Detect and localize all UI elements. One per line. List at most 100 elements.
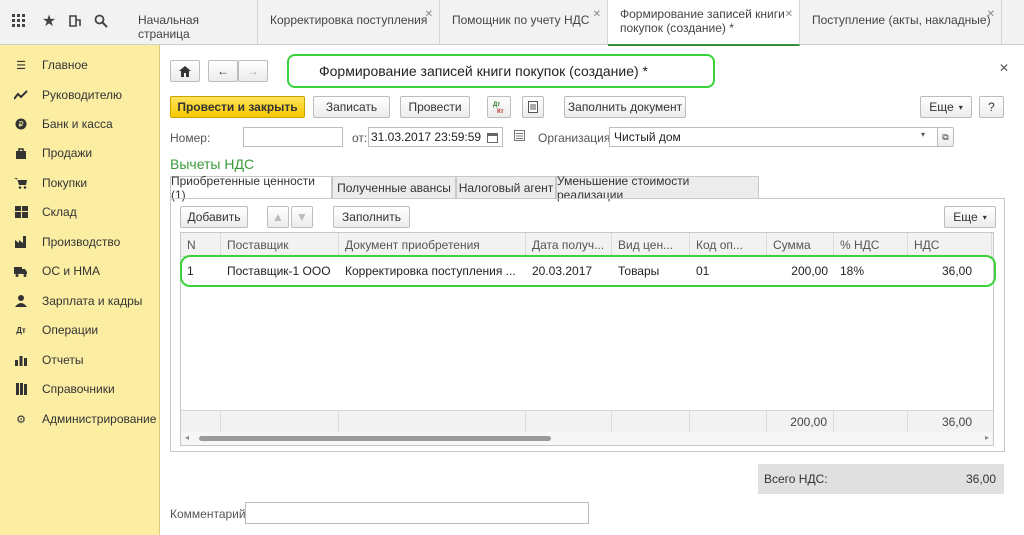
column-header-document[interactable]: Документ приобретения bbox=[339, 233, 526, 257]
fill-document-button[interactable]: Заполнить документ bbox=[564, 96, 686, 118]
truck-icon bbox=[14, 264, 28, 278]
sidebar-item-sales[interactable]: Продажи bbox=[14, 143, 92, 163]
column-header-supplier[interactable]: Поставщик bbox=[221, 233, 339, 257]
table-row[interactable]: 1 Поставщик-1 ООО Корректировка поступле… bbox=[181, 257, 993, 285]
calendar-button[interactable] bbox=[484, 129, 501, 145]
sidebar-item-label: ОС и НМА bbox=[42, 264, 101, 278]
sidebar-item-production[interactable]: Производство bbox=[14, 232, 120, 252]
tab-purchase-book[interactable]: Формирование записей книги покупок (созд… bbox=[608, 0, 800, 46]
sidebar-item-operations[interactable]: Дт Операции bbox=[14, 320, 98, 340]
sidebar-item-admin[interactable]: ⚙ Администрирование bbox=[14, 409, 156, 429]
close-icon[interactable]: ✕ bbox=[785, 8, 793, 22]
list-icon[interactable] bbox=[514, 130, 525, 144]
column-header-code[interactable]: Код оп... bbox=[690, 233, 767, 257]
tabs-more[interactable] bbox=[1002, 0, 1024, 45]
sidebar-item-label: Склад bbox=[42, 205, 77, 219]
post-button[interactable]: Провести bbox=[400, 96, 470, 118]
home-button[interactable] bbox=[170, 60, 200, 82]
move-down-button[interactable]: ▼ bbox=[291, 206, 313, 228]
add-button[interactable]: Добавить bbox=[180, 206, 248, 228]
sidebar-item-manager[interactable]: Руководителю bbox=[14, 85, 122, 105]
number-field[interactable] bbox=[243, 127, 343, 147]
sidebar-item-label: Руководителю bbox=[42, 88, 123, 102]
home-icon bbox=[179, 65, 191, 77]
tab-cost-reduction[interactable]: Уменьшение стоимости реализации bbox=[556, 174, 759, 202]
tab-advances-received[interactable]: Полученные авансы bbox=[332, 176, 456, 198]
tab-correction[interactable]: Корректировка поступления ✕ bbox=[258, 0, 440, 45]
total-vat-box: Всего НДС: 36,00 bbox=[758, 464, 1004, 494]
column-header-sum[interactable]: Сумма bbox=[767, 233, 834, 257]
dtkt-icon: Дт bbox=[16, 325, 26, 335]
sidebar-item-assets[interactable]: ОС и НМА bbox=[14, 261, 100, 281]
organization-field[interactable]: Чистый дом bbox=[609, 127, 939, 147]
close-icon[interactable]: ✕ bbox=[593, 8, 601, 22]
star-icon[interactable]: ★ bbox=[38, 10, 60, 32]
sidebar-item-label: Зарплата и кадры bbox=[42, 294, 143, 308]
cart-icon bbox=[14, 176, 28, 190]
sidebar-item-warehouse[interactable]: Склад bbox=[14, 202, 77, 222]
svg-text:₽: ₽ bbox=[18, 120, 23, 129]
comment-field[interactable] bbox=[245, 502, 589, 524]
history-icon[interactable] bbox=[64, 10, 86, 32]
sidebar-item-label: Продажи bbox=[42, 146, 93, 160]
fill-button[interactable]: Заполнить bbox=[333, 206, 410, 228]
chevron-down-icon: ▾ bbox=[958, 102, 963, 112]
table: N Поставщик Документ приобретения Дата п… bbox=[180, 232, 994, 446]
arrow-down-icon: ▼ bbox=[296, 210, 308, 224]
close-icon[interactable]: ✕ bbox=[425, 8, 433, 22]
tab-acquired-values[interactable]: Приобретенные ценности (1) bbox=[170, 174, 332, 202]
tab-tax-agent[interactable]: Налоговый агент bbox=[456, 176, 556, 198]
more-button[interactable]: Еще ▾ bbox=[920, 96, 972, 118]
forward-button[interactable]: → bbox=[238, 60, 268, 82]
close-icon[interactable]: ✕ bbox=[987, 8, 995, 22]
dtkt-icon: ДтКт bbox=[493, 102, 504, 114]
total-vat-value: 36,00 bbox=[965, 472, 996, 486]
sidebar-item-label: Отчеты bbox=[42, 353, 84, 367]
tab-receipt[interactable]: Поступление (акты, накладные) ✕ bbox=[800, 0, 1002, 45]
sidebar-item-reports[interactable]: Отчеты bbox=[14, 350, 83, 370]
table-more-button[interactable]: Еще ▾ bbox=[944, 206, 996, 228]
column-header-kind[interactable]: Вид цен... bbox=[612, 233, 690, 257]
table-footer: 200,00 36,00 bbox=[181, 410, 993, 433]
arrow-right-icon: → bbox=[247, 64, 259, 78]
dtkt-button[interactable]: Дт Кт bbox=[487, 96, 511, 118]
footer-cell bbox=[526, 411, 612, 433]
back-button[interactable]: ← bbox=[208, 60, 238, 82]
number-label: Номер: bbox=[170, 131, 211, 145]
gear-icon: ⚙ bbox=[16, 413, 26, 426]
date-field[interactable]: 31.03.2017 23:59:59 bbox=[368, 127, 503, 147]
close-icon[interactable]: ✕ bbox=[999, 61, 1009, 75]
help-button[interactable]: ? bbox=[979, 96, 1004, 118]
sidebar-item-references[interactable]: Справочники bbox=[14, 379, 115, 399]
sidebar-item-label: Справочники bbox=[42, 382, 115, 396]
tab-label: Начальная страница bbox=[138, 13, 200, 41]
apps-grid-icon[interactable] bbox=[8, 10, 30, 32]
organization-label: Организация: bbox=[538, 131, 614, 145]
tab-home[interactable]: Начальная страница bbox=[126, 0, 258, 45]
search-icon[interactable] bbox=[90, 10, 112, 32]
chevron-down-icon[interactable]: ▾ bbox=[921, 130, 925, 139]
horizontal-scrollbar[interactable]: ◂ ▸ bbox=[181, 432, 993, 445]
tab-label: Формирование записей книги покупок (созд… bbox=[620, 7, 785, 35]
save-button[interactable]: Записать bbox=[313, 96, 390, 118]
section-title: Вычеты НДС bbox=[170, 156, 255, 172]
scrollbar-thumb[interactable] bbox=[199, 436, 551, 441]
sidebar-item-salary[interactable]: Зарплата и кадры bbox=[14, 291, 142, 311]
sidebar-item-purchases[interactable]: Покупки bbox=[14, 173, 87, 193]
sidebar-item-main[interactable]: ☰ Главное bbox=[14, 55, 88, 75]
scroll-left-icon[interactable]: ◂ bbox=[185, 433, 189, 442]
column-header-rate[interactable]: % НДС bbox=[834, 233, 908, 257]
column-header-n[interactable]: N bbox=[181, 233, 221, 257]
tab-vat-assistant[interactable]: Помощник по учету НДС ✕ bbox=[440, 0, 608, 45]
cell-code: 01 bbox=[696, 264, 710, 278]
sidebar-item-bank[interactable]: ₽ Банк и касса bbox=[14, 114, 113, 134]
print-button[interactable] bbox=[522, 96, 544, 118]
move-up-button[interactable]: ▲ bbox=[267, 206, 289, 228]
cell-supplier: Поставщик-1 ООО bbox=[227, 264, 331, 278]
column-header-date[interactable]: Дата получ... bbox=[526, 233, 612, 257]
column-header-vat[interactable]: НДС bbox=[908, 233, 992, 257]
post-and-close-button[interactable]: Провести и закрыть bbox=[170, 96, 305, 118]
scroll-right-icon[interactable]: ▸ bbox=[985, 433, 989, 442]
open-organization-button[interactable]: ⧉ bbox=[937, 127, 954, 147]
total-vat-label: Всего НДС: bbox=[764, 472, 828, 486]
